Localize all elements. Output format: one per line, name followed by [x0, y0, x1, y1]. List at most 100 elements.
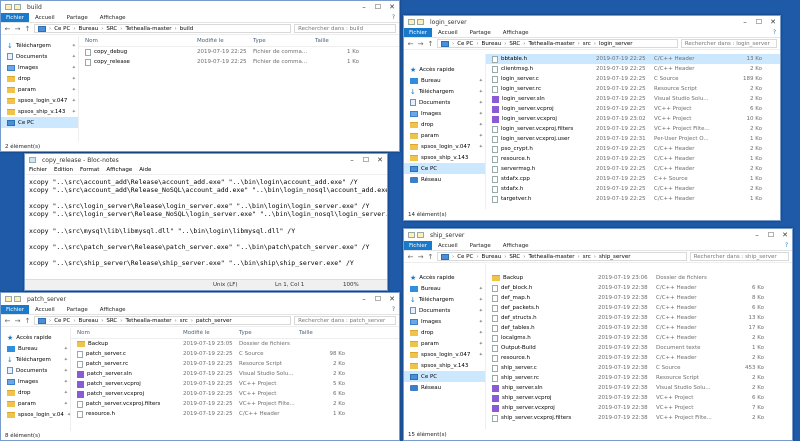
menu-item[interactable]: Edition: [54, 167, 73, 173]
menu-item[interactable]: Fichier: [29, 167, 47, 173]
up-icon[interactable]: ↑: [427, 40, 434, 48]
tab-view[interactable]: Affichage: [497, 28, 535, 37]
breadcrumb-segment[interactable]: src: [581, 254, 593, 260]
nav-item[interactable]: spsos_ship_v.143 ✦: [1, 106, 78, 117]
maximize-icon[interactable]: ☐: [371, 293, 385, 305]
breadcrumb-segment[interactable]: src: [178, 318, 190, 324]
nav-item[interactable]: drop ✦: [404, 327, 485, 338]
help-icon[interactable]: ?: [769, 28, 780, 37]
forward-icon[interactable]: →: [14, 25, 21, 33]
breadcrumb-segment[interactable]: Ce PC: [455, 41, 475, 47]
column-header-name[interactable]: Nom: [71, 330, 183, 336]
breadcrumb-segment[interactable]: SRC: [104, 318, 119, 324]
minimize-icon[interactable]: –: [750, 229, 764, 241]
nav-item[interactable]: Bureau ✦: [1, 343, 70, 354]
help-icon[interactable]: ?: [388, 305, 399, 314]
breadcrumb-segment[interactable]: login_server: [597, 41, 635, 47]
minimize-icon[interactable]: –: [345, 154, 359, 166]
close-icon[interactable]: ✕: [766, 16, 780, 28]
breadcrumb-segment[interactable]: Bureau: [480, 254, 504, 260]
title-bar[interactable]: login_server – ☐ ✕: [404, 16, 780, 28]
nav-item[interactable]: Bureau ✦: [404, 283, 485, 294]
title-bar[interactable]: build – ☐ ✕: [1, 1, 399, 13]
file-row[interactable]: def_structs.h 2019-07-19 22:38 C/C++ Heade…: [486, 313, 792, 323]
nav-item[interactable]: ↓ Téléchargem ✦: [1, 40, 78, 51]
column-header-date[interactable]: Modifié le: [197, 38, 253, 44]
nav-item[interactable]: ★ Accès rapide: [1, 332, 70, 343]
quick-access-icon[interactable]: [14, 296, 21, 302]
column-header-name[interactable]: Nom: [79, 38, 197, 44]
tab-share[interactable]: Partage: [464, 241, 497, 250]
menu-item[interactable]: Affichage: [106, 167, 132, 173]
menu-item[interactable]: Format: [80, 167, 99, 173]
breadcrumb[interactable]: › Ce PC › Bureau › SRC › Tethealla-master › src › l…: [437, 39, 678, 48]
breadcrumb[interactable]: › Ce PC › Bureau › SRC › Tethealla-master › src › s…: [437, 252, 687, 261]
nav-item[interactable]: Ce PC: [1, 117, 78, 128]
file-row[interactable]: login_server.vcxproj 2019-07-19 23:02 VC++…: [486, 114, 780, 124]
file-row[interactable]: copy_release 2019-07-19 22:25 Fichier de c…: [79, 57, 399, 67]
tab-file[interactable]: Fichier: [404, 28, 432, 37]
nav-item[interactable]: spsos_ship_v.143: [404, 360, 485, 371]
forward-icon[interactable]: →: [14, 317, 21, 325]
help-icon[interactable]: ?: [388, 13, 399, 22]
file-row[interactable]: Backup 2019-07-19 23:05 Dossier de fichier…: [71, 339, 399, 349]
breadcrumb-segment[interactable]: Tethealla-master: [526, 41, 576, 47]
text-editor[interactable]: xcopy "..\src\account_add\Release\accoun…: [25, 175, 387, 279]
nav-item[interactable]: ↓ Téléchargem ✦: [404, 86, 485, 97]
breadcrumb-segment[interactable]: Tethealla-master: [526, 254, 576, 260]
file-row[interactable]: login_server.c 2019-07-19 22:25 C Source 18…: [486, 74, 780, 84]
maximize-icon[interactable]: ☐: [764, 229, 778, 241]
breadcrumb-segment[interactable]: build: [178, 26, 196, 32]
file-row[interactable]: patch_server.vcxproj 2019-07-19 22:25 VC++…: [71, 389, 399, 399]
search-input[interactable]: Rechercher dans : ship_server: [689, 252, 789, 261]
breadcrumb-segment[interactable]: SRC: [507, 41, 522, 47]
back-icon[interactable]: ←: [4, 25, 11, 33]
nav-item[interactable]: Réseau: [404, 382, 485, 393]
title-bar[interactable]: patch_server – ☐ ✕: [1, 293, 399, 305]
nav-item[interactable]: Images ✦: [404, 316, 485, 327]
nav-item[interactable]: Bureau ✦: [404, 75, 485, 86]
back-icon[interactable]: ←: [4, 317, 11, 325]
breadcrumb-segment[interactable]: Tethealla-master: [123, 26, 173, 32]
file-row[interactable]: patch_server.c 2019-07-19 22:25 C Source 98…: [71, 349, 399, 359]
nav-item[interactable]: param ✦: [404, 338, 485, 349]
maximize-icon[interactable]: ☐: [371, 1, 385, 13]
nav-item[interactable]: spsos_login_v.04 ✦: [1, 409, 70, 420]
column-header-size[interactable]: Taille: [315, 38, 365, 44]
file-row[interactable]: login_server.vcxproj.user 2019-07-19 22:3…: [486, 134, 780, 144]
column-header-type[interactable]: Type: [253, 38, 315, 44]
nav-item[interactable]: Documents ✦: [1, 365, 70, 376]
nav-item[interactable]: spsos_login_v.047 ✦: [1, 95, 78, 106]
nav-item[interactable]: Réseau: [404, 174, 485, 185]
quick-access-icon[interactable]: [417, 19, 424, 25]
nav-item[interactable]: Images ✦: [1, 62, 78, 73]
breadcrumb-segment[interactable]: SRC: [104, 26, 119, 32]
nav-item[interactable]: Documents ✦: [404, 97, 485, 108]
file-row[interactable]: targetver.h 2019-07-19 22:25 C/C++ Header 1…: [486, 194, 780, 204]
column-header-size[interactable]: Taille: [299, 330, 351, 336]
nav-item[interactable]: ★ Accès rapide: [404, 64, 485, 75]
file-row[interactable]: patch_server.vcxproj.filters 2019-07-19 2…: [71, 399, 399, 409]
file-row[interactable]: resource.h 2019-07-19 22:38 C/C++ Header 2 …: [486, 353, 792, 363]
breadcrumb-segment[interactable]: patch_server: [194, 318, 234, 324]
file-row[interactable]: def_map.h 2019-07-19 22:38 C/C++ Header 8 K…: [486, 293, 792, 303]
nav-item[interactable]: ↓ Téléchargem ✦: [404, 294, 485, 305]
file-row[interactable]: pso_crypt.h 2019-07-19 22:25 C/C++ Header 2…: [486, 144, 780, 154]
file-row[interactable]: login_server.rc 2019-07-19 22:25 Resource …: [486, 84, 780, 94]
maximize-icon[interactable]: ☐: [359, 154, 373, 166]
tab-share[interactable]: Partage: [464, 28, 497, 37]
search-input[interactable]: Rechercher dans : login_server: [680, 39, 777, 48]
nav-item[interactable]: Images ✦: [1, 376, 70, 387]
file-row[interactable]: login_server.vcxproj.filters 2019-07-19 2…: [486, 124, 780, 134]
up-icon[interactable]: ↑: [24, 317, 31, 325]
breadcrumb[interactable]: › Ce PC › Bureau › SRC › Tethealla-master › build: [34, 24, 292, 33]
tab-home[interactable]: Accueil: [432, 241, 464, 250]
breadcrumb-segment[interactable]: SRC: [507, 254, 522, 260]
file-row[interactable]: ship_server.vcproj 2019-07-19 22:38 VC++ P…: [486, 393, 792, 403]
file-row[interactable]: patch_server.vcproj 2019-07-19 22:25 VC++ …: [71, 379, 399, 389]
minimize-icon[interactable]: –: [357, 293, 371, 305]
nav-item[interactable]: Ce PC: [404, 371, 485, 382]
title-bar[interactable]: ship_server – ☐ ✕: [404, 229, 792, 241]
breadcrumb[interactable]: › Ce PC › Bureau › SRC › Tethealla-master › src › p…: [34, 316, 292, 325]
file-row[interactable]: stdafx.cpp 2019-07-19 22:25 C++ Source 1 Ko: [486, 174, 780, 184]
